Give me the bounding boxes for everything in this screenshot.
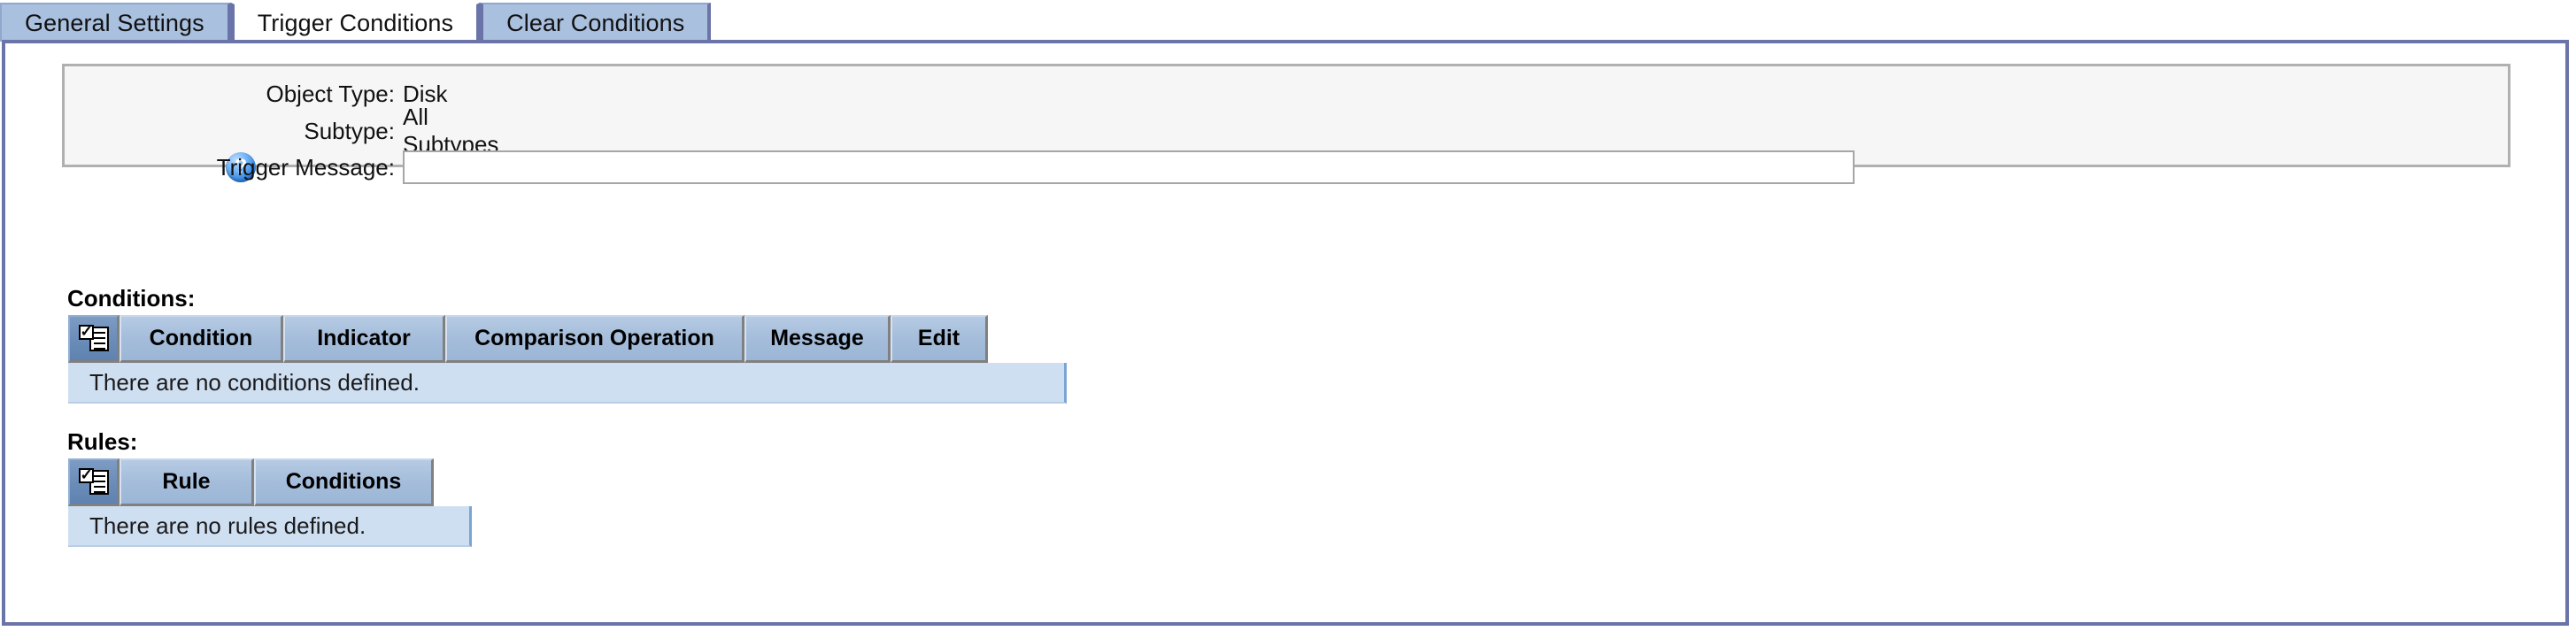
tab-strip: General Settings Trigger Conditions Clea… bbox=[0, 0, 2576, 42]
conditions-column-condition[interactable]: Condition bbox=[120, 315, 283, 363]
rules-column-rule-label: Rule bbox=[162, 469, 211, 494]
trigger-message-label: Trigger Message: bbox=[216, 153, 395, 181]
conditions-grid-header: ✓ Condition Indicator Comparison Operati… bbox=[68, 315, 1067, 363]
tab-general-settings[interactable]: General Settings bbox=[0, 3, 231, 42]
object-type-label: Object Type: bbox=[266, 80, 396, 107]
trigger-message-input[interactable] bbox=[403, 150, 1855, 184]
tab-trigger-conditions[interactable]: Trigger Conditions bbox=[230, 3, 481, 42]
conditions-column-indicator[interactable]: Indicator bbox=[283, 315, 445, 363]
conditions-empty-text: There are no conditions defined. bbox=[89, 368, 420, 396]
conditions-select-all-button[interactable]: ✓ bbox=[68, 315, 120, 363]
rules-section-label: Rules: bbox=[67, 428, 138, 455]
rules-empty-text: There are no rules defined. bbox=[89, 512, 366, 539]
subtype-label: Subtype: bbox=[304, 117, 395, 144]
select-all-list-icon: ✓ bbox=[78, 467, 109, 496]
conditions-empty-row: There are no conditions defined. bbox=[68, 363, 1067, 404]
select-all-list-icon: ✓ bbox=[78, 324, 109, 353]
object-info-panel: Object Type: Disk Subtype: All Subtypes … bbox=[62, 64, 2510, 184]
rules-empty-row: There are no rules defined. bbox=[68, 506, 472, 547]
rules-column-rule[interactable]: Rule bbox=[120, 458, 254, 506]
conditions-column-comparison-operation[interactable]: Comparison Operation bbox=[445, 315, 744, 363]
tab-clear-conditions[interactable]: Clear Conditions bbox=[480, 3, 712, 42]
rules-grid: ✓ Rule Conditions There are no rules def… bbox=[68, 458, 472, 547]
conditions-column-edit[interactable]: Edit bbox=[891, 315, 988, 363]
conditions-column-indicator-label: Indicator bbox=[317, 326, 411, 350]
rules-column-conditions[interactable]: Conditions bbox=[254, 458, 434, 506]
conditions-column-message[interactable]: Message bbox=[744, 315, 891, 363]
rules-grid-header: ✓ Rule Conditions bbox=[68, 458, 472, 506]
conditions-column-edit-label: Edit bbox=[917, 326, 960, 350]
rules-select-all-button[interactable]: ✓ bbox=[68, 458, 120, 506]
tab-trigger-conditions-label: Trigger Conditions bbox=[257, 9, 454, 36]
conditions-column-comparison-operation-label: Comparison Operation bbox=[474, 326, 714, 350]
tab-clear-conditions-label: Clear Conditions bbox=[506, 9, 685, 36]
conditions-section-label: Conditions: bbox=[67, 285, 196, 312]
rules-column-conditions-label: Conditions bbox=[285, 469, 402, 494]
conditions-column-condition-label: Condition bbox=[149, 326, 253, 350]
conditions-grid: ✓ Condition Indicator Comparison Operati… bbox=[68, 315, 1067, 404]
conditions-column-message-label: Message bbox=[770, 326, 864, 350]
tab-general-settings-label: General Settings bbox=[25, 9, 204, 36]
